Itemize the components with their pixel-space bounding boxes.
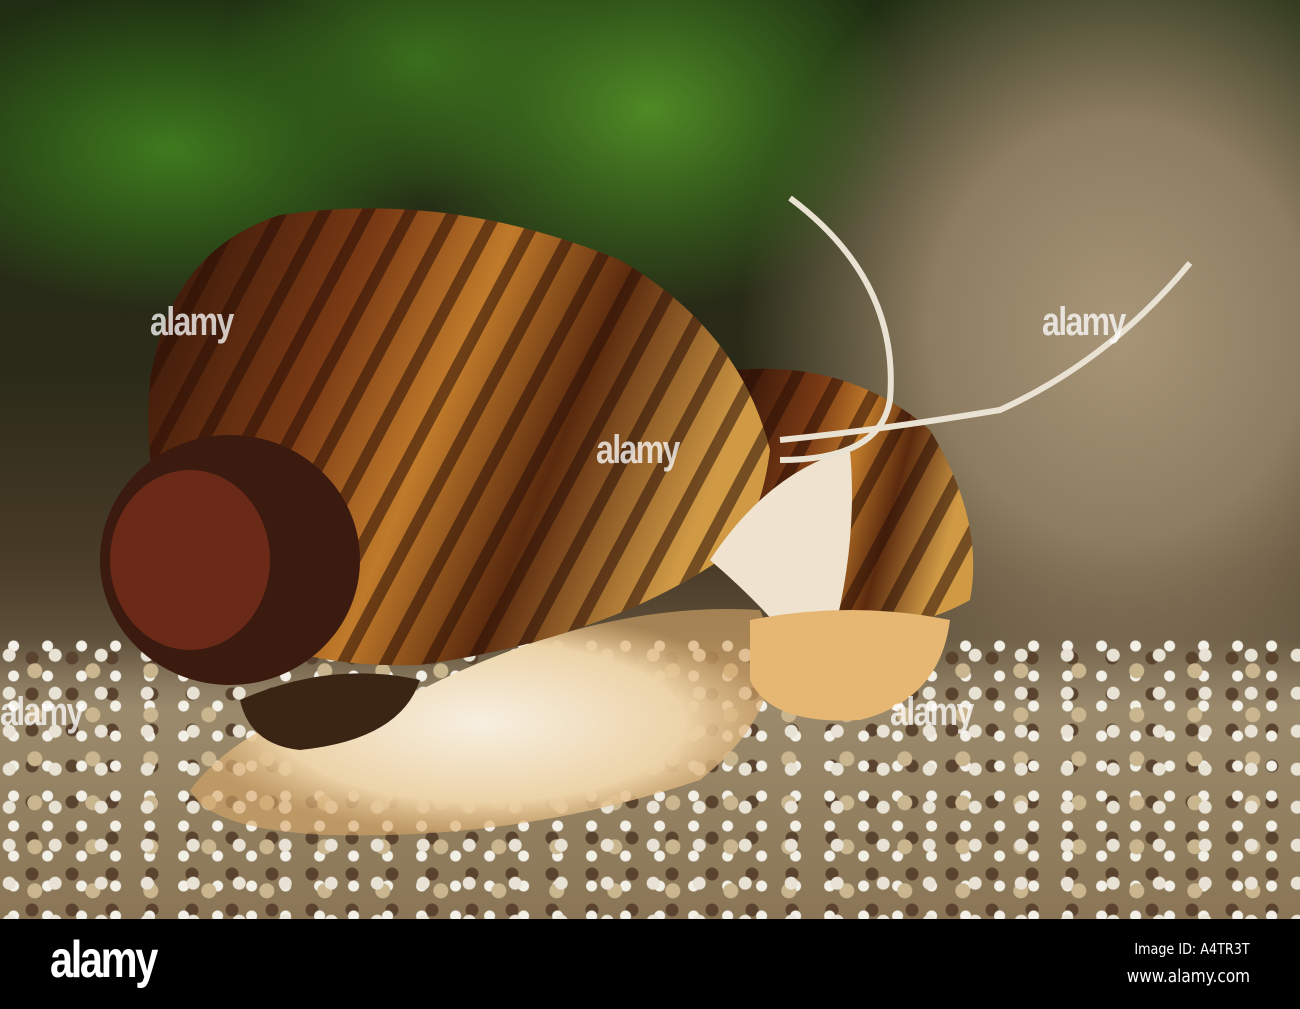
footer-bar [0, 919, 1300, 1009]
image-id: Image ID: A4TR3T [1134, 940, 1250, 958]
watermark: alamy [890, 690, 974, 734]
watermark: alamy [596, 428, 680, 472]
watermark: alamy [150, 300, 234, 344]
site-url: www.alamy.com [1126, 966, 1250, 987]
alamy-logo: alamy [50, 931, 158, 989]
watermark: alamy [0, 690, 84, 734]
watermark: alamy [1042, 300, 1126, 344]
snail-photo: alamy alamy alamy alamy alamy [0, 0, 1300, 919]
